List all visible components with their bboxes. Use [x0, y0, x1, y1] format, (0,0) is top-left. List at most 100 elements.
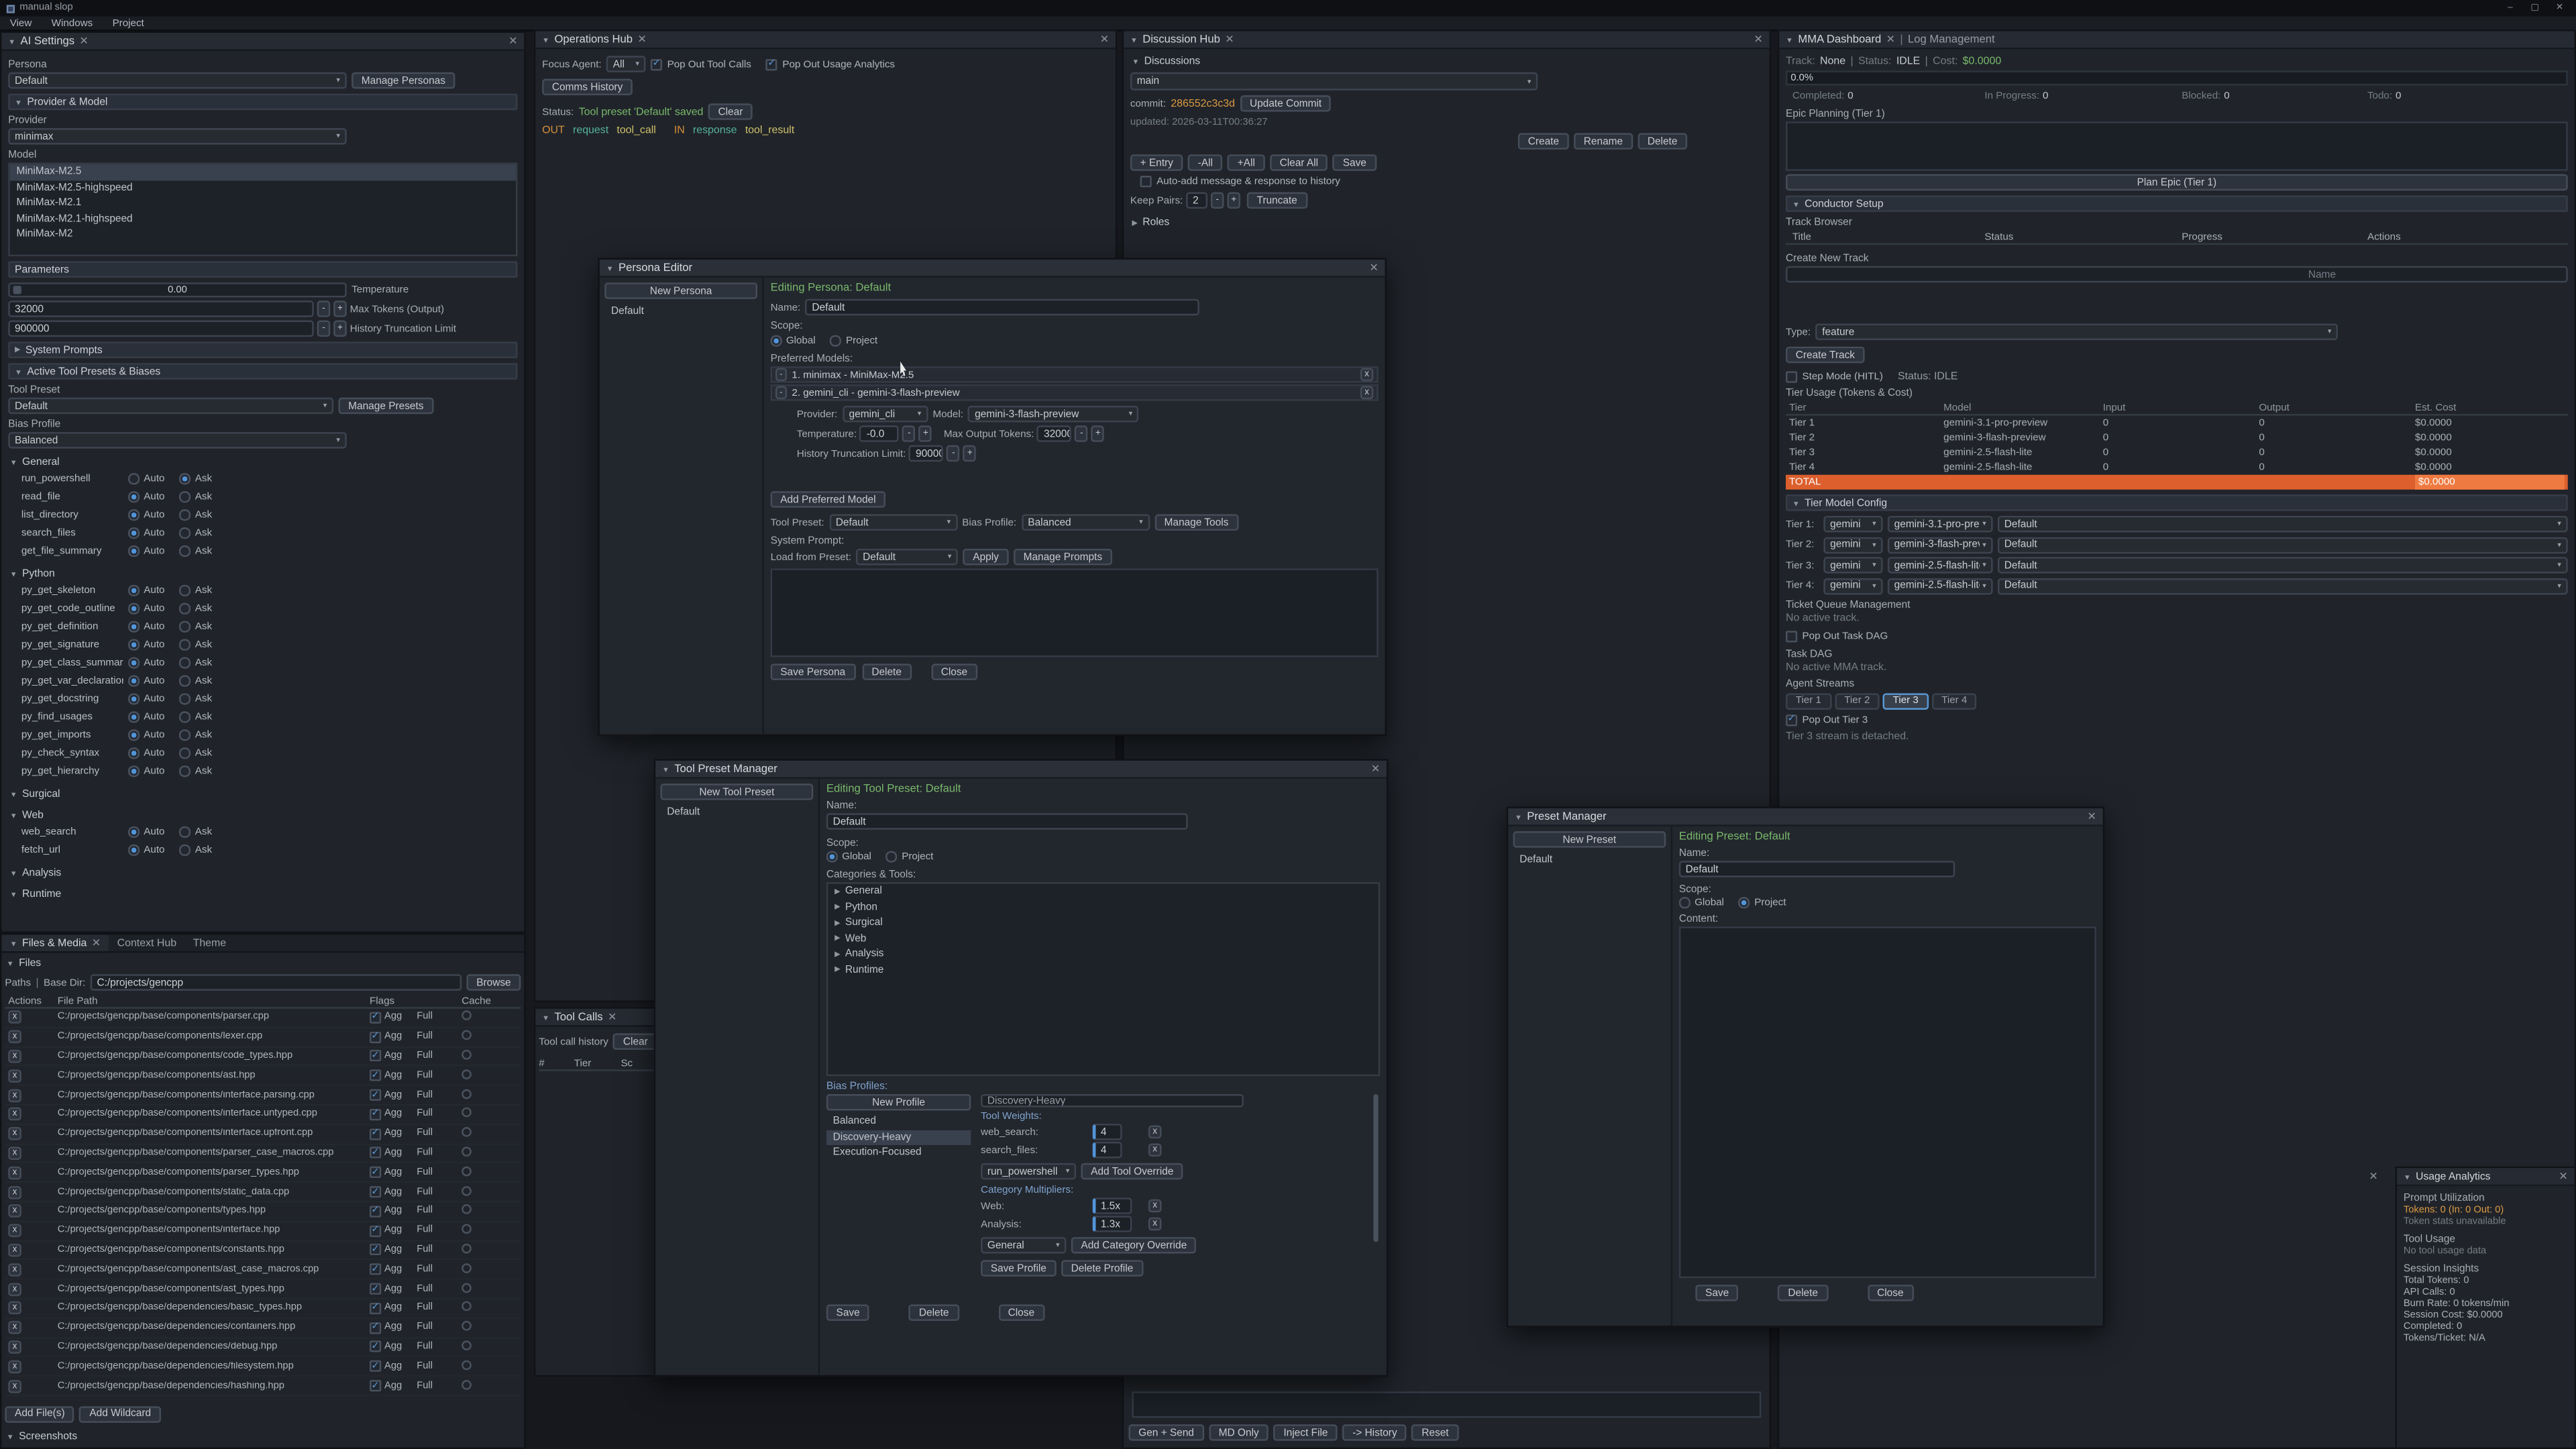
scope-project-radio[interactable] — [1739, 898, 1750, 908]
pop-out-usage-checkbox[interactable]: ✓ — [766, 58, 777, 70]
cache-indicator[interactable] — [462, 1205, 472, 1215]
decrement-button[interactable]: - — [947, 445, 961, 462]
clear-tool-calls-button[interactable]: Clear — [613, 1033, 657, 1049]
compose-button[interactable]: Inject File — [1274, 1424, 1338, 1440]
provider-model-section[interactable]: ▼ Provider & Model — [8, 94, 517, 110]
remove-file-button[interactable]: x — [8, 1011, 21, 1024]
persona-bias-select[interactable]: Balanced▾ — [1022, 515, 1150, 531]
compose-button[interactable]: Gen + Send — [1128, 1424, 1203, 1440]
tool-group-header[interactable]: ▼ Web — [5, 808, 521, 823]
add-tool-override-button[interactable]: Add Tool Override — [1081, 1163, 1183, 1179]
decrement-button[interactable]: - — [317, 301, 331, 317]
tab-close-icon[interactable]: ✕ — [79, 34, 88, 48]
add-files-button[interactable]: Add File(s) — [5, 1406, 74, 1422]
delete-tool-preset-button[interactable]: Delete — [909, 1304, 959, 1320]
save-persona-button[interactable]: Save Persona — [771, 663, 855, 680]
pm-provider-select[interactable]: gemini_cli▾ — [843, 406, 928, 422]
new-persona-button[interactable]: New Persona — [604, 282, 757, 299]
preset-name-input[interactable]: Default — [1679, 861, 1955, 877]
keep-pairs-input[interactable]: 2 — [1186, 193, 1208, 209]
delete-profile-button[interactable]: Delete Profile — [1061, 1260, 1143, 1276]
full-flag[interactable]: Full — [417, 1090, 433, 1100]
auto-radio[interactable] — [128, 585, 139, 596]
menu-item[interactable]: View — [0, 15, 42, 30]
dialog-close-icon[interactable]: ✕ — [2088, 810, 2096, 823]
full-flag[interactable]: Full — [417, 1284, 433, 1294]
collapse-icon[interactable]: ▼ — [606, 264, 614, 272]
auto-radio[interactable] — [128, 603, 139, 614]
entry-button[interactable]: + Entry — [1130, 154, 1183, 170]
max-tokens-input[interactable]: 32000 — [8, 301, 314, 317]
remove-file-button[interactable]: x — [8, 1050, 21, 1063]
agg-checkbox[interactable]: ✓ — [370, 1186, 381, 1197]
auto-radio[interactable] — [128, 546, 139, 557]
remove-file-button[interactable]: x — [8, 1340, 21, 1354]
apply-prompt-button[interactable]: Apply — [963, 549, 1009, 565]
remove-file-button[interactable]: x — [8, 1360, 21, 1373]
tab-context-hub[interactable]: Context Hub — [109, 934, 184, 951]
delete-preset-button[interactable]: Delete — [1778, 1285, 1828, 1301]
compose-button[interactable]: -> History — [1342, 1424, 1407, 1440]
model-option[interactable]: MiniMax-M2.5-highspeed — [10, 180, 516, 195]
collapse-icon[interactable]: ▼ — [542, 1013, 549, 1021]
full-flag[interactable]: Full — [417, 1381, 433, 1391]
dialog-close-icon[interactable]: ✕ — [1369, 261, 1378, 274]
ask-radio[interactable] — [180, 639, 191, 650]
profile-name-input[interactable]: Discovery-Heavy — [981, 1094, 1244, 1108]
tab-theme[interactable]: Theme — [184, 934, 234, 951]
increment-button[interactable]: + — [963, 445, 977, 462]
new-preset-button[interactable]: New Preset — [1513, 831, 1666, 847]
manage-personas-button[interactable]: Manage Personas — [352, 72, 455, 89]
tier-model-select[interactable]: gemini-2.5-flash-lite▾ — [1888, 557, 1993, 573]
remove-file-button[interactable]: x — [8, 1030, 21, 1044]
comms-history-button[interactable]: Comms History — [542, 79, 633, 95]
category-node[interactable]: ▶ Runtime — [828, 962, 1378, 977]
remove-file-button[interactable]: x — [8, 1301, 21, 1315]
increment-button[interactable]: + — [1227, 193, 1240, 209]
remove-file-button[interactable]: x — [8, 1146, 21, 1160]
remove-file-button[interactable]: x — [8, 1263, 21, 1277]
ask-radio[interactable] — [180, 748, 191, 759]
manage-tools-button[interactable]: Manage Tools — [1155, 515, 1238, 531]
provider-select[interactable]: minimax▾ — [8, 128, 346, 144]
auto-radio[interactable] — [128, 730, 139, 741]
pm-model-select[interactable]: gemini-3-flash-preview▾ — [968, 406, 1139, 422]
maximize-icon[interactable]: ▢ — [2525, 3, 2544, 13]
scope-project-radio[interactable] — [886, 851, 897, 862]
preset-list-item[interactable]: Default — [1513, 853, 1666, 868]
update-commit-button[interactable]: Update Commit — [1240, 95, 1332, 111]
stream-tab[interactable]: Tier 2 — [1835, 692, 1880, 708]
reorder-handle[interactable]: - — [775, 368, 787, 382]
bias-profile-select[interactable]: Balanced▾ — [8, 432, 346, 448]
tier-preset-select[interactable]: Default▾ — [1998, 537, 2568, 553]
manage-presets-button[interactable]: Manage Presets — [338, 398, 433, 414]
collapse-icon[interactable]: ▼ — [1515, 812, 1522, 820]
tool-preset-name-input[interactable]: Default — [826, 813, 1188, 829]
auto-radio[interactable] — [128, 492, 139, 502]
auto-radio[interactable] — [128, 712, 139, 722]
cache-indicator[interactable] — [462, 1146, 472, 1157]
full-flag[interactable]: Full — [417, 1129, 433, 1139]
remove-weight-button[interactable]: x — [1148, 1143, 1162, 1157]
cache-indicator[interactable] — [462, 1069, 472, 1079]
close-dialog-button[interactable]: Close — [1867, 1285, 1913, 1301]
screenshots-section-header[interactable]: ▼ Screenshots — [1, 1429, 524, 1444]
temperature-slider[interactable]: 0.00 — [8, 282, 346, 297]
bias-profile-item[interactable]: Balanced — [826, 1114, 971, 1129]
remove-file-button[interactable]: x — [8, 1166, 21, 1179]
remove-file-button[interactable]: x — [8, 1205, 21, 1218]
cache-indicator[interactable] — [462, 1011, 472, 1021]
system-prompt-textarea[interactable] — [771, 568, 1379, 657]
new-tool-preset-button[interactable]: New Tool Preset — [660, 784, 813, 800]
roles-section-header[interactable]: ▶ Roles — [1127, 215, 1766, 230]
cache-indicator[interactable] — [462, 1360, 472, 1370]
agg-checkbox[interactable]: ✓ — [370, 1051, 381, 1062]
persona-list-item[interactable]: Default — [604, 304, 757, 319]
tier-preset-select[interactable]: Default▾ — [1998, 516, 2568, 532]
decrement-button[interactable]: - — [1211, 193, 1224, 209]
cache-indicator[interactable] — [462, 1185, 472, 1195]
cache-indicator[interactable] — [462, 1263, 472, 1273]
bias-profile-item[interactable]: Execution-Focused — [826, 1145, 971, 1161]
delete-persona-button[interactable]: Delete — [862, 663, 912, 680]
tab-close-icon[interactable]: ✕ — [637, 33, 646, 46]
